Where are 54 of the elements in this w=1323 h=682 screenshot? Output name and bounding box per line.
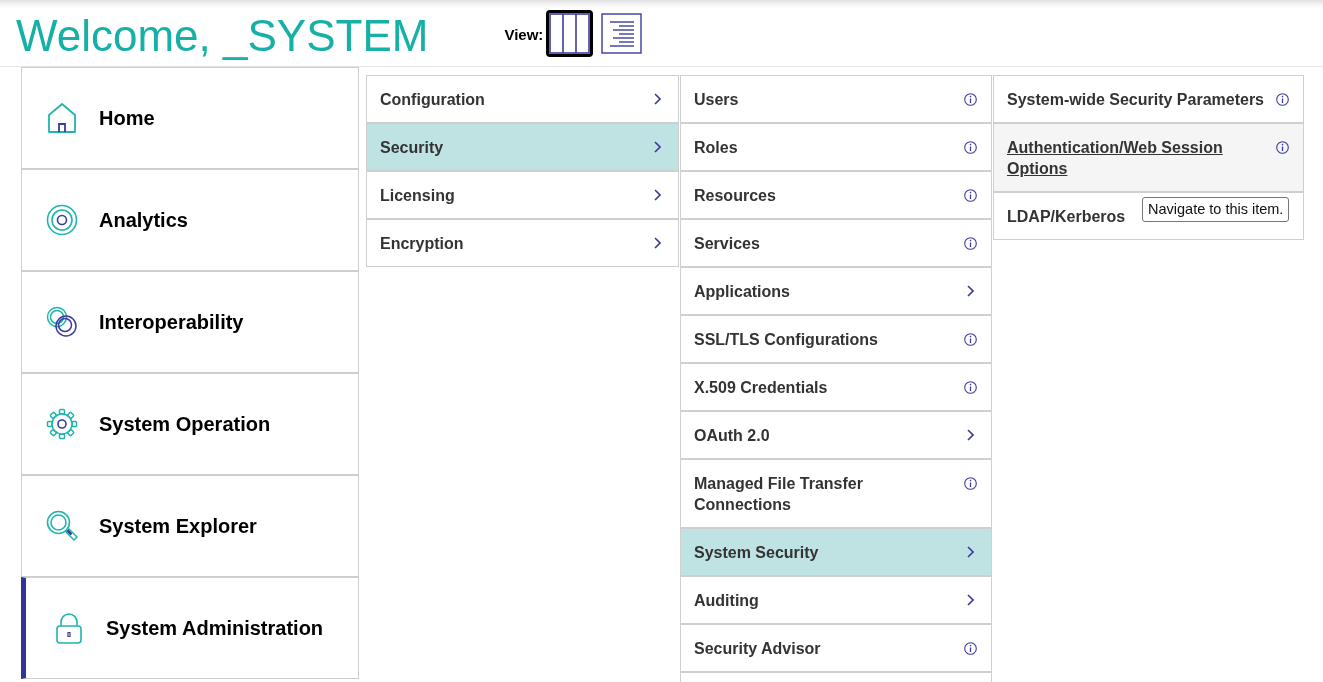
menu-item[interactable]: Licensing (366, 171, 679, 219)
chevron-right-icon (654, 93, 661, 105)
house-icon (46, 102, 78, 134)
info-icon (1276, 141, 1289, 154)
sidebar-item[interactable]: Analytics (21, 169, 359, 271)
info-icon (964, 333, 977, 346)
info-icon (964, 141, 977, 154)
chevron-right-icon (654, 189, 661, 201)
menu-item[interactable]: Security (366, 123, 679, 171)
chevron-right-icon (967, 546, 974, 558)
menu-item[interactable]: Roles (680, 123, 992, 171)
info-icon (964, 237, 977, 250)
sidebar-item[interactable]: System Operation (21, 373, 359, 475)
menu-item[interactable]: Configuration (366, 75, 679, 123)
menu-item[interactable]: Applications (680, 267, 992, 315)
chevron-right-icon (654, 141, 661, 153)
chevron-right-icon (967, 285, 974, 297)
info-icon (964, 381, 977, 394)
sidebar-item[interactable]: Home (21, 67, 359, 169)
menu-item[interactable]: Users (680, 75, 992, 123)
menu-item[interactable]: System-wide Security Parameters (993, 75, 1304, 123)
padlock-icon (53, 612, 85, 644)
chevron-right-icon (967, 429, 974, 441)
menu-item[interactable]: Managed File Transfer Connections (680, 459, 992, 528)
magnifier-icon (46, 510, 78, 542)
concentric-circles-icon (46, 204, 78, 236)
menu-item[interactable]: X.509 Credentials (680, 363, 992, 411)
menu-item[interactable]: Encryption (366, 219, 679, 267)
view-label: View: (504, 24, 544, 45)
menu-item[interactable]: Resources (680, 171, 992, 219)
info-icon (964, 189, 977, 202)
menu-item[interactable]: Security Advisor (680, 624, 992, 672)
list-lines-icon (601, 12, 643, 54)
linked-rings-icon (46, 306, 78, 338)
menu-item[interactable]: OAuth 2.0 (680, 411, 992, 459)
three-columns-icon (549, 12, 591, 54)
info-icon (964, 477, 977, 490)
sidebar-item[interactable]: System Administration (21, 577, 359, 679)
menu-item[interactable]: System Security (680, 528, 992, 576)
menu-item[interactable]: Services (680, 219, 992, 267)
menu-item[interactable]: Authentication/Web Session Options (993, 123, 1304, 192)
info-icon (964, 642, 977, 655)
sidebar-item[interactable]: System Explorer (21, 475, 359, 577)
welcome-title: Welcome, _SYSTEM (16, 9, 429, 58)
chevron-right-icon (967, 594, 974, 606)
view-button[interactable] (546, 9, 594, 57)
info-icon (1276, 93, 1289, 106)
sidebar-item[interactable]: Interoperability (21, 271, 359, 373)
gear-icon (46, 408, 78, 440)
tooltip: Navigate to this item. (1142, 197, 1290, 222)
chevron-right-icon (654, 237, 661, 249)
info-icon (964, 93, 977, 106)
menu-item[interactable]: Auditing (680, 576, 992, 624)
menu-item[interactable]: SSL/TLS Configurations (680, 315, 992, 363)
